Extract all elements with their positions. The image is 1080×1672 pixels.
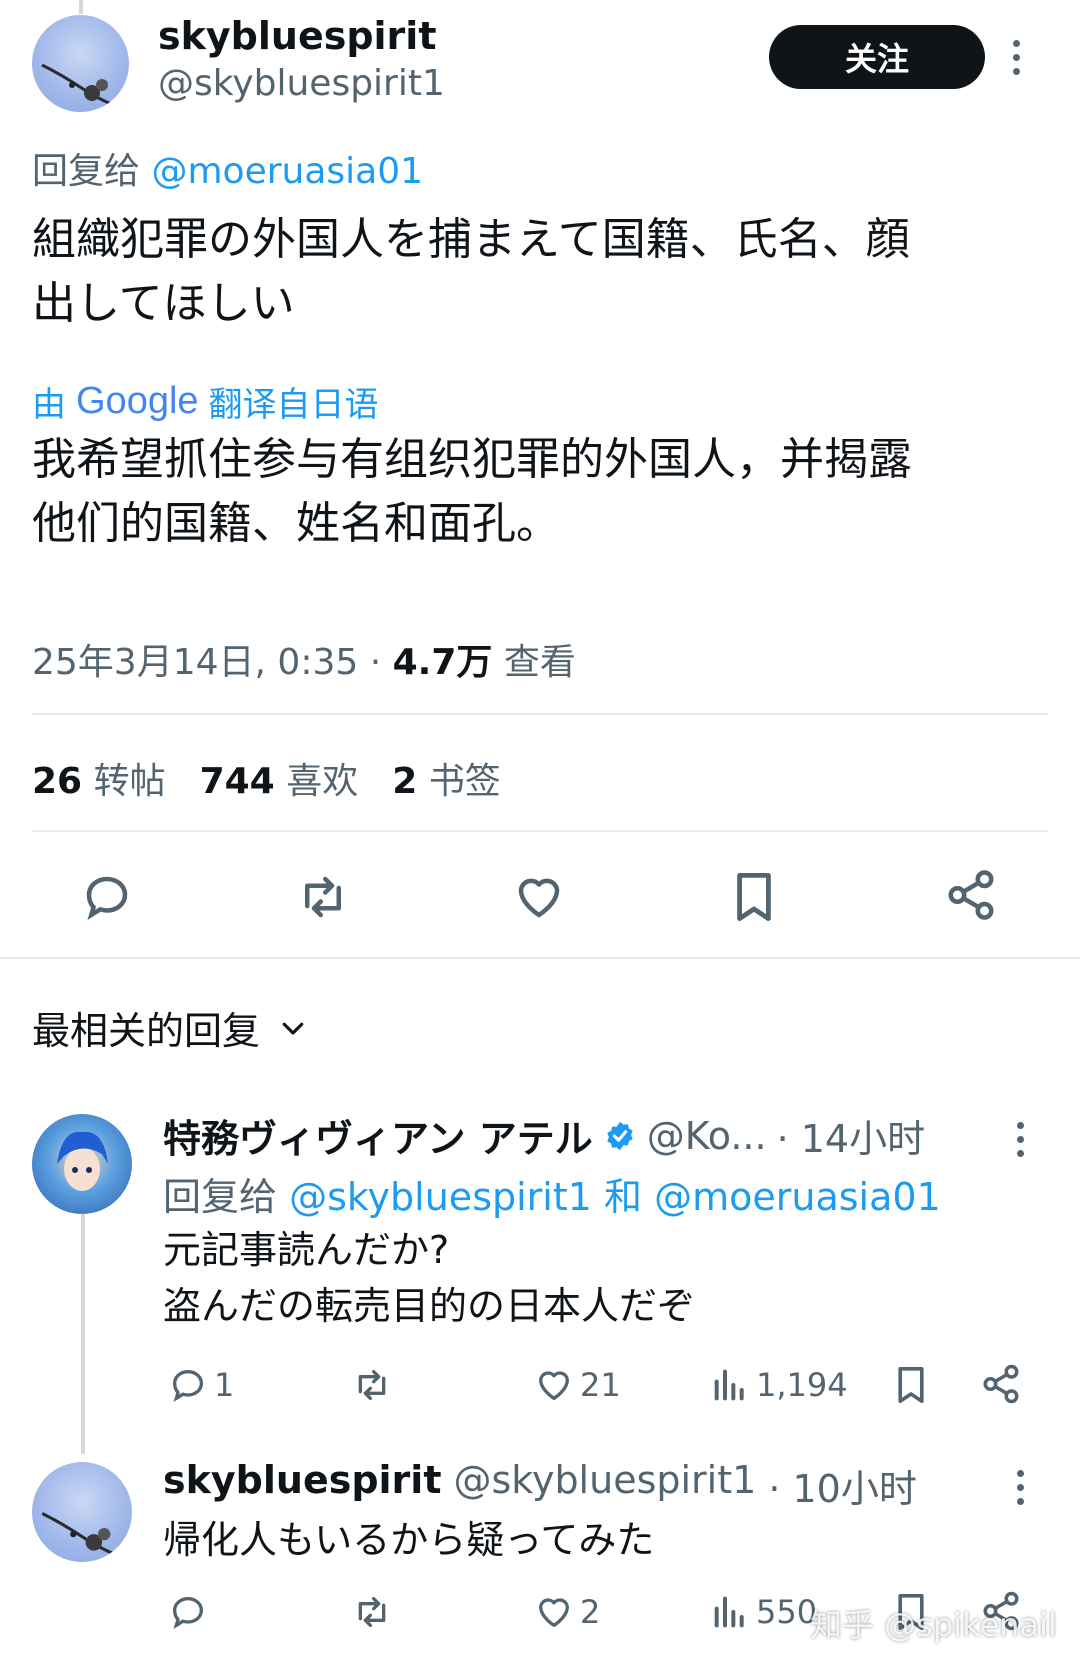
divider — [32, 713, 1048, 715]
reply-icon — [172, 1369, 204, 1403]
bookmark-icon[interactable] — [730, 868, 778, 926]
like-button[interactable]: 2 — [534, 1592, 600, 1632]
translated-text-line: 我希望抓住参与有组织犯罪的外国人，并揭露 — [32, 434, 912, 485]
author-display-name[interactable]: skybluespirit — [158, 14, 437, 58]
reply-avatar[interactable] — [32, 1462, 132, 1562]
reply-to-line: 回复给 @skybluespirit1 和 @moeruasia01 — [163, 1166, 941, 1221]
reply-text-line: 盗んだの転売目的の日本人だぞ — [163, 1284, 696, 1328]
share-icon[interactable] — [980, 1363, 1022, 1405]
reply-text: 帰化人もいるから疑ってみた — [163, 1512, 654, 1568]
watermark: 知乎 @spikenail — [810, 1606, 1057, 1644]
reply-icon[interactable] — [80, 870, 134, 924]
reply-handle[interactable]: @Ko... — [647, 1114, 767, 1158]
bookmark-icon[interactable] — [893, 1363, 929, 1407]
author-handle[interactable]: @skybluespirit1 — [158, 63, 445, 104]
tweet-meta: 25年3月14日, 0:35 · 4.7万 查看 — [32, 633, 576, 685]
retweets-stat[interactable]: 26 转帖 — [32, 752, 166, 804]
views-label: 查看 — [503, 642, 576, 683]
tweet-text-line: 組織犯罪の外国人を捕まえて国籍、氏名、顔 — [32, 214, 910, 265]
tweet-text: 組織犯罪の外国人を捕まえて国籍、氏名、顔 出してほしい — [32, 208, 1052, 336]
reply-text: 元記事読んだか? 盗んだの転売目的の日本人だぞ — [163, 1222, 695, 1334]
retweet-button[interactable] — [350, 1365, 400, 1405]
like-button[interactable]: 21 — [534, 1365, 621, 1405]
views-button[interactable]: 1,194 — [710, 1365, 848, 1405]
branch-illustration-icon — [41, 63, 115, 107]
replies-sort-dropdown[interactable]: 最相关的回复 — [32, 1000, 308, 1055]
translated-text: 我希望抓住参与有组织犯罪的外国人，并揭露 他们的国籍、姓名和面孔。 — [32, 428, 1052, 556]
retweet-icon — [358, 1597, 386, 1627]
retweet-icon — [358, 1370, 386, 1400]
view-count: 550 — [756, 1593, 818, 1631]
bar-chart-icon — [714, 1596, 744, 1628]
more-options-icon[interactable] — [1014, 1122, 1026, 1157]
like-count: 21 — [580, 1366, 621, 1404]
likes-stat[interactable]: 744 喜欢 — [200, 752, 359, 804]
replies-sort-label: 最相关的回复 — [32, 1009, 261, 1053]
views-button[interactable]: 550 — [710, 1592, 817, 1632]
google-logo: Google — [76, 380, 199, 422]
translation-attribution[interactable]: 由 Google 翻译自日语 — [32, 377, 379, 426]
share-icon[interactable] — [944, 868, 998, 922]
bookmarks-stat[interactable]: 2 书签 — [392, 752, 501, 804]
reply-to-handle[interactable]: @moeruasia01 — [151, 151, 423, 192]
reply-button[interactable] — [168, 1592, 214, 1632]
reply-to-handle[interactable]: @skybluespirit1 — [289, 1175, 592, 1219]
reply-handle[interactable]: @skybluespirit1 — [454, 1458, 757, 1513]
thread-line — [81, 1214, 85, 1454]
reply-text-line: 元記事読んだか? — [163, 1228, 450, 1272]
reply-to-line: 回复给 @moeruasia01 — [32, 142, 423, 194]
reply-count: 1 — [214, 1366, 235, 1404]
engagement-stats: 26 转帖 744 喜欢 2 书签 — [32, 752, 501, 804]
follow-button[interactable]: 关注 — [769, 25, 985, 89]
more-options-icon[interactable] — [1010, 40, 1022, 75]
reply-display-name[interactable]: 特務ヴィヴィアン アテル — [163, 1108, 593, 1163]
divider — [0, 957, 1080, 959]
reply-icon — [172, 1596, 204, 1630]
reply-header: skybluespirit @skybluespirit1 · 10小时 — [163, 1458, 917, 1513]
reply-header: 特務ヴィヴィアン アテル @Ko... · 14小时 — [163, 1108, 925, 1163]
reply-time[interactable]: · 14小时 — [777, 1108, 926, 1163]
reply-button[interactable]: 1 — [168, 1365, 234, 1405]
reply-to-and: 和 — [604, 1175, 643, 1219]
translated-by-suffix: 翻译自日语 — [208, 385, 379, 425]
like-count: 2 — [580, 1593, 601, 1631]
view-count: 1,194 — [756, 1366, 848, 1404]
branch-illustration-icon — [41, 1512, 118, 1557]
anime-character-icon — [57, 1131, 108, 1191]
retweet-button[interactable] — [350, 1592, 400, 1632]
tweet-text-line: 出してほしい — [32, 278, 295, 329]
divider — [32, 830, 1048, 832]
reply-display-name[interactable]: skybluespirit — [163, 1458, 442, 1513]
tweet-timestamp[interactable]: 25年3月14日, 0:35 · — [32, 642, 393, 683]
retweet-icon[interactable] — [294, 870, 352, 924]
reply-avatar[interactable] — [32, 1114, 132, 1214]
verified-badge-icon — [606, 1121, 633, 1150]
thread-line-top — [79, 0, 83, 14]
reply-text-line: 帰化人もいるから疑ってみた — [163, 1518, 655, 1562]
reply-time[interactable]: · 10小时 — [768, 1458, 917, 1513]
more-options-icon[interactable] — [1014, 1470, 1026, 1505]
author-avatar[interactable] — [32, 15, 129, 112]
like-heart-icon[interactable] — [512, 870, 566, 924]
translated-by-prefix: 由 — [32, 385, 66, 425]
views-count: 4.7万 — [392, 642, 493, 683]
like-heart-icon — [539, 1598, 569, 1627]
reply-to-handle[interactable]: @moeruasia01 — [654, 1175, 941, 1219]
reply-to-prefix: 回复给 — [32, 151, 141, 192]
reply-to-prefix: 回复给 — [163, 1175, 278, 1219]
bar-chart-icon — [714, 1369, 744, 1401]
chevron-down-icon — [282, 1022, 304, 1035]
like-heart-icon — [539, 1371, 569, 1400]
translated-text-line: 他们的国籍、姓名和面孔。 — [32, 498, 560, 549]
